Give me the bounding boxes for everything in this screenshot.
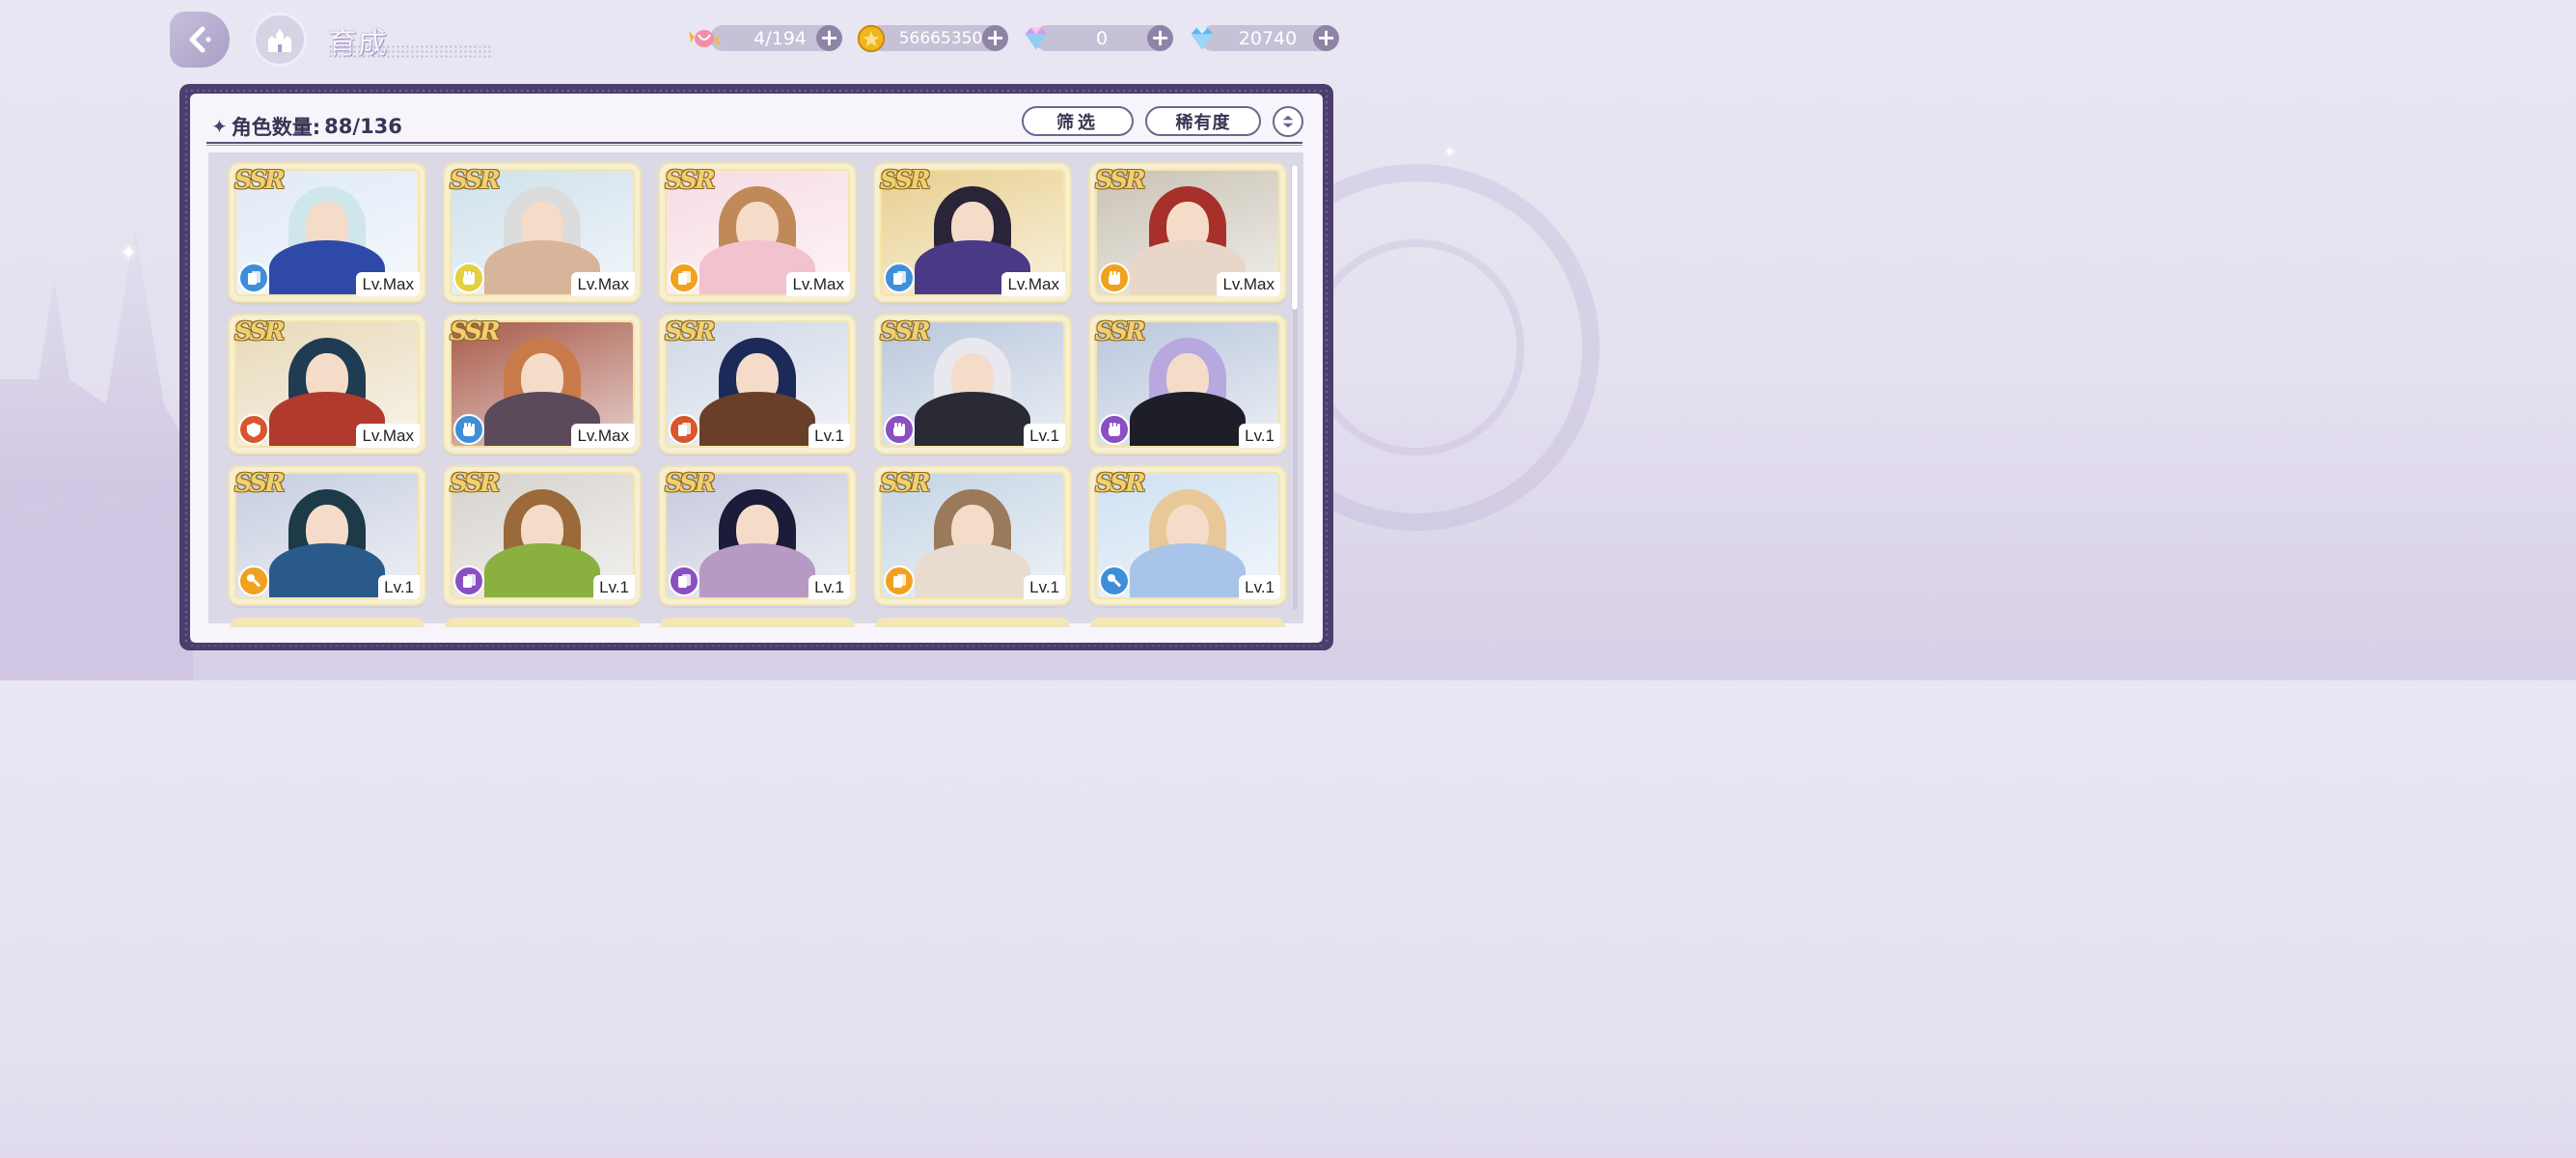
level-label: Lv.1 [808,575,850,599]
character-card[interactable]: SSR Lv.Max [445,164,640,301]
character-card[interactable]: SSR Lv.Max [445,316,640,453]
fist-icon [884,414,915,445]
fist-icon [453,414,484,445]
rarity-badge: SSR [450,469,501,498]
card-icon [884,565,915,596]
rarity-badge: SSR [665,469,716,498]
key-icon [1099,565,1130,596]
sparkle-icon: ✦ [1443,143,1457,161]
card-icon [453,565,484,596]
level-label: Lv.Max [1217,272,1280,296]
character-card[interactable]: SSR Lv.1 [230,467,425,604]
stamina-value: 4/194 [754,27,807,49]
rainbow-gem-add-button[interactable]: + [1147,25,1173,51]
filter-button[interactable]: 筛选 [1022,106,1134,136]
level-label: Lv.1 [1024,575,1065,599]
shield-icon [238,414,269,445]
card-icon [669,414,699,445]
character-card-partial[interactable] [875,618,1070,627]
card-icon [669,565,699,596]
level-label: Lv.Max [786,272,850,296]
character-card[interactable]: SSR Lv.1 [875,316,1070,453]
back-button[interactable] [170,12,230,68]
stamina-add-button[interactable]: + [816,25,842,51]
sort-order-button[interactable] [1273,106,1303,137]
character-card[interactable]: SSR Lv.1 [445,467,640,604]
background-castle [0,229,193,680]
character-count: ✦ 角色数量: 88/136 [211,112,402,141]
card-icon [238,262,269,293]
gold-add-button[interactable]: + [982,25,1008,51]
character-count-value: 88/136 [324,115,402,138]
rainbow-diamond-icon [1019,21,1054,56]
key-icon [238,565,269,596]
character-card[interactable]: SSR Lv.Max [1090,164,1285,301]
character-count-label: 角色数量: [231,116,321,139]
rarity-badge: SSR [665,317,716,346]
level-label: Lv.1 [593,575,635,599]
level-label: Lv.Max [356,272,420,296]
character-card[interactable]: SSR Lv.Max [875,164,1070,301]
fist-icon [453,262,484,293]
character-card-partial[interactable] [445,618,640,627]
level-label: Lv.1 [1024,424,1065,448]
candy-icon [687,21,722,56]
blue-gem-add-button[interactable]: + [1313,25,1339,51]
scrollbar-thumb[interactable] [1292,165,1298,310]
character-card[interactable]: SSR Lv.1 [875,467,1070,604]
rainbow-gem-value: 0 [1095,27,1109,49]
rarity-badge: SSR [1095,317,1146,346]
level-label: Lv.1 [1239,575,1280,599]
level-label: Lv.1 [808,424,850,448]
blue-gem-value: 20740 [1238,27,1298,49]
character-card-partial[interactable] [660,618,855,627]
title-decoration [328,44,492,58]
character-card[interactable]: SSR Lv.Max [230,164,425,301]
home-button[interactable] [253,13,307,67]
rarity-badge: SSR [1095,469,1146,498]
rarity-badge: SSR [234,166,286,195]
character-card[interactable]: SSR Lv.1 [1090,467,1285,604]
fist-icon [1099,262,1130,293]
character-card[interactable]: SSR Lv.Max [230,316,425,453]
sort-order-icon [1282,115,1294,128]
rarity-badge: SSR [880,469,931,498]
character-card[interactable]: SSR Lv.1 [1090,316,1285,453]
level-label: Lv.Max [571,272,635,296]
fist-icon [1099,414,1130,445]
character-card[interactable]: SSR Lv.1 [660,316,855,453]
rarity-badge: SSR [880,166,931,195]
castle-icon [268,29,291,52]
sparkle-star-icon: ✦ [211,115,228,138]
sparkle-icon: ✦ [120,241,138,265]
rarity-badge: SSR [234,317,286,346]
rarity-sort-button[interactable]: 稀有度 [1145,106,1261,136]
rarity-badge: SSR [1095,166,1146,195]
blue-diamond-icon [1185,21,1219,56]
level-label: Lv.Max [1001,272,1065,296]
level-label: Lv.1 [378,575,420,599]
level-label: Lv.Max [356,424,420,448]
character-card-partial[interactable] [1090,618,1285,627]
gold-value: 56665350 [898,28,983,48]
card-icon [669,262,699,293]
rarity-badge: SSR [450,166,501,195]
character-card-partial[interactable] [230,618,425,627]
character-card[interactable]: SSR Lv.Max [660,164,855,301]
rarity-badge: SSR [450,317,501,346]
rarity-badge: SSR [880,317,931,346]
character-card[interactable]: SSR Lv.1 [660,467,855,604]
header-divider [206,142,1302,146]
gold-coin-icon [854,21,889,56]
level-label: Lv.Max [571,424,635,448]
rarity-badge: SSR [665,166,716,195]
back-arrow-icon [189,26,211,53]
rarity-badge: SSR [234,469,286,498]
card-icon [884,262,915,293]
level-label: Lv.1 [1239,424,1280,448]
